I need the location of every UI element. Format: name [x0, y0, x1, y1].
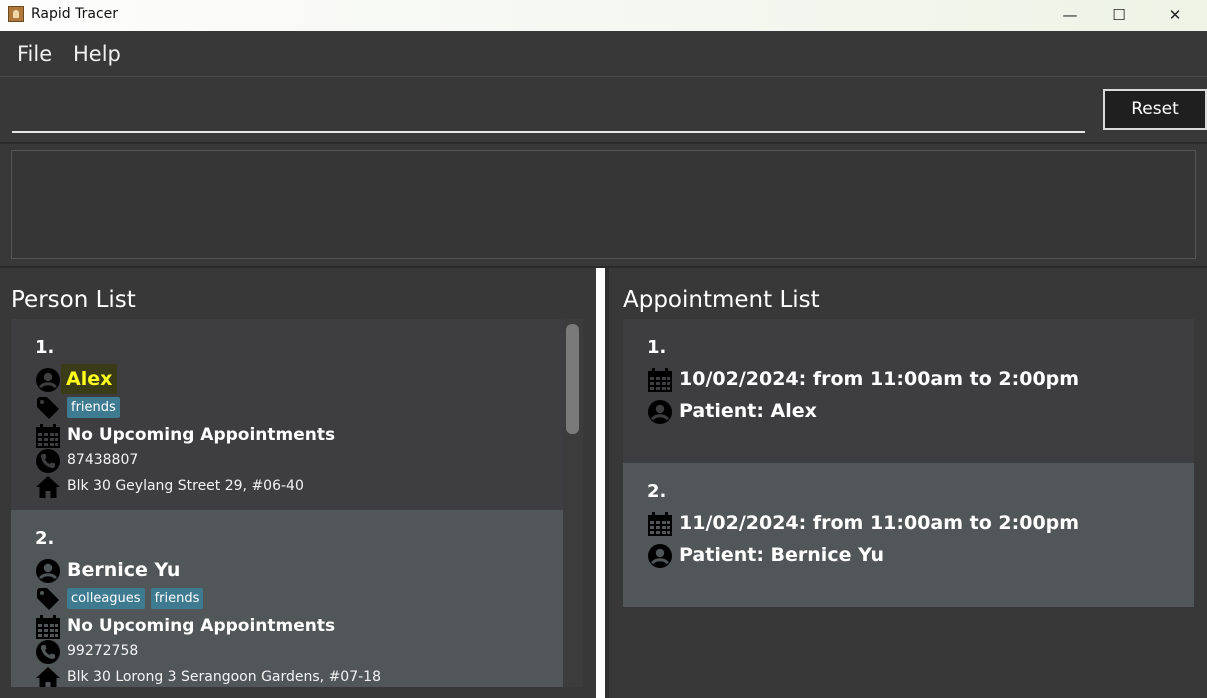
- person-icon: [648, 544, 672, 568]
- command-input[interactable]: [12, 85, 1085, 133]
- phone-icon: [36, 449, 60, 473]
- person-icon: [36, 368, 60, 392]
- appointment-list-title: Appointment List: [623, 287, 820, 313]
- phone-icon: [36, 640, 60, 664]
- person-list-scroll-thumb[interactable]: [566, 324, 579, 434]
- appointment-patient: Patient: Bernice Yu: [679, 544, 884, 566]
- calendar-icon: [648, 368, 672, 392]
- tag-icon: [37, 588, 59, 610]
- result-display: [11, 150, 1196, 259]
- person-card[interactable]: 1. Alex friends No Upcoming Appointments…: [11, 319, 563, 510]
- appointment-patient: Patient: Alex: [679, 400, 817, 422]
- tag-friends: friends: [67, 397, 120, 418]
- person-card[interactable]: 2. Bernice Yu colleagues friends No Upco…: [11, 510, 563, 687]
- home-icon: [36, 476, 60, 498]
- home-icon: [36, 667, 60, 687]
- appointment-index: 1.: [647, 337, 667, 358]
- close-button[interactable]: ✕: [1152, 0, 1198, 31]
- menu-help[interactable]: Help: [73, 42, 121, 66]
- person-icon: [36, 559, 60, 583]
- appointment-card[interactable]: 2. 11/02/2024: from 11:00am to 2:00pm Pa…: [623, 463, 1194, 607]
- person-phone: 99272758: [67, 643, 139, 659]
- menu-bar: File Help: [0, 31, 1207, 77]
- appointment-list[interactable]: 1. 10/02/2024: from 11:00am to 2:00pm Pa…: [623, 319, 1195, 609]
- person-name: Bernice Yu: [67, 559, 181, 581]
- calendar-icon: [648, 512, 672, 536]
- minimize-button[interactable]: —: [1047, 0, 1093, 31]
- person-appointments: No Upcoming Appointments: [67, 425, 336, 445]
- person-phone: 87438807: [67, 452, 139, 468]
- tag-icon: [37, 397, 59, 419]
- appointment-card[interactable]: 1. 10/02/2024: from 11:00am to 2:00pm Pa…: [623, 319, 1194, 463]
- appointment-time: 10/02/2024: from 11:00am to 2:00pm: [679, 368, 1080, 390]
- person-icon: [648, 400, 672, 424]
- appointment-time: 11/02/2024: from 11:00am to 2:00pm: [679, 512, 1080, 534]
- person-index: 2.: [35, 528, 55, 549]
- person-name: Alex: [61, 364, 118, 394]
- person-list-title: Person List: [11, 287, 136, 313]
- person-tags: colleagues friends: [67, 587, 209, 609]
- person-list[interactable]: 1. Alex friends No Upcoming Appointments…: [11, 319, 565, 687]
- reset-button[interactable]: Reset: [1103, 89, 1207, 130]
- person-address: Blk 30 Lorong 3 Serangoon Gardens, #07-1…: [67, 669, 381, 685]
- appointment-list-panel: Appointment List 1. 10/02/2024: from 11:…: [609, 268, 1207, 698]
- tag-colleagues: colleagues: [67, 588, 145, 609]
- person-index: 1.: [35, 337, 55, 358]
- calendar-icon: [36, 615, 60, 639]
- tag-friends: friends: [150, 588, 204, 609]
- menu-file[interactable]: File: [17, 42, 52, 66]
- calendar-icon: [36, 424, 60, 448]
- person-appointments: No Upcoming Appointments: [67, 616, 336, 636]
- app-icon: [8, 6, 24, 22]
- window-title: Rapid Tracer: [31, 6, 119, 22]
- person-tags: friends: [67, 396, 126, 418]
- title-bar: Rapid Tracer — ☐ ✕: [0, 0, 1207, 31]
- appointment-index: 2.: [647, 481, 667, 502]
- command-area: Reset: [0, 77, 1207, 144]
- person-address: Blk 30 Geylang Street 29, #06-40: [67, 478, 304, 494]
- person-list-panel: Person List 1. Alex friends No Upcoming …: [0, 268, 596, 698]
- maximize-button[interactable]: ☐: [1096, 0, 1142, 31]
